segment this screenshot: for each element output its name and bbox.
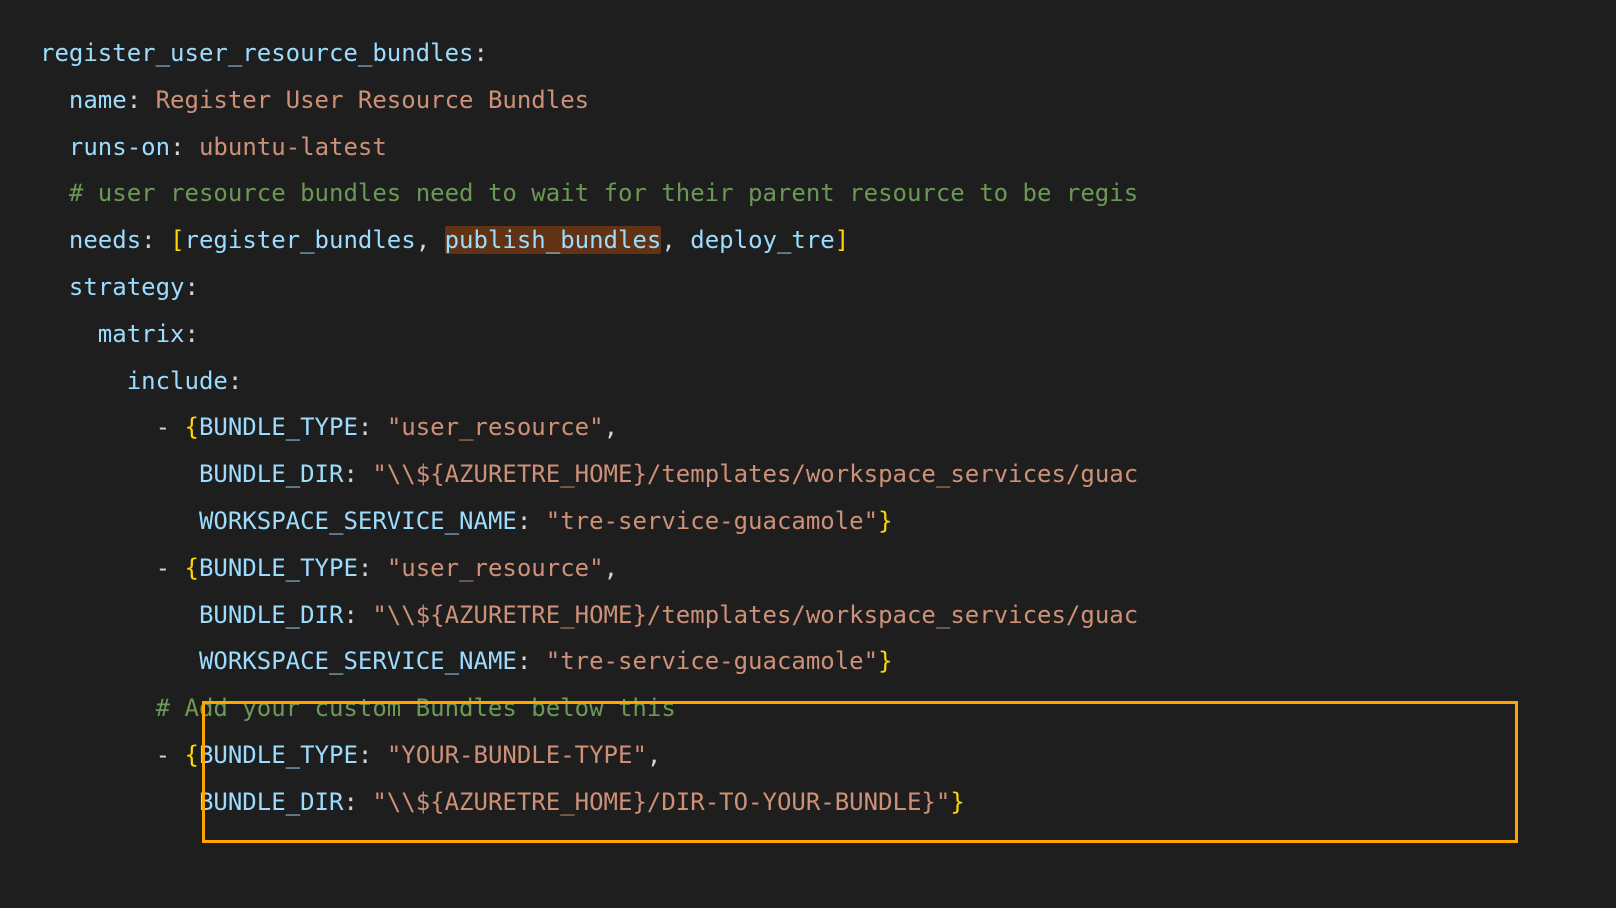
code-line: register_user_resource_bundles: (40, 30, 1616, 77)
code-line: - {BUNDLE_TYPE: "YOUR-BUNDLE-TYPE", (40, 732, 1616, 779)
code-line: - {BUNDLE_TYPE: "user_resource", (40, 404, 1616, 451)
code-line: needs: [register_bundles, publish_bundle… (40, 217, 1616, 264)
code-line: strategy: (40, 264, 1616, 311)
yaml-key: register_user_resource_bundles (40, 39, 473, 67)
code-line: BUNDLE_DIR: "\\${AZURETRE_HOME}/template… (40, 592, 1616, 639)
code-line: BUNDLE_DIR: "\\${AZURETRE_HOME}/DIR-TO-Y… (40, 779, 1616, 826)
code-editor-viewport[interactable]: register_user_resource_bundles: name: Re… (40, 30, 1616, 826)
code-line: name: Register User Resource Bundles (40, 77, 1616, 124)
code-line: BUNDLE_DIR: "\\${AZURETRE_HOME}/template… (40, 451, 1616, 498)
search-match-highlight: publish_bundles (445, 226, 662, 254)
code-line: WORKSPACE_SERVICE_NAME: "tre-service-gua… (40, 638, 1616, 685)
code-line: runs-on: ubuntu-latest (40, 124, 1616, 171)
code-line: matrix: (40, 311, 1616, 358)
code-line: - {BUNDLE_TYPE: "user_resource", (40, 545, 1616, 592)
code-line: include: (40, 358, 1616, 405)
code-line-comment: # Add your custom Bundles below this (40, 685, 1616, 732)
code-line: WORKSPACE_SERVICE_NAME: "tre-service-gua… (40, 498, 1616, 545)
code-line-comment: # user resource bundles need to wait for… (40, 170, 1616, 217)
